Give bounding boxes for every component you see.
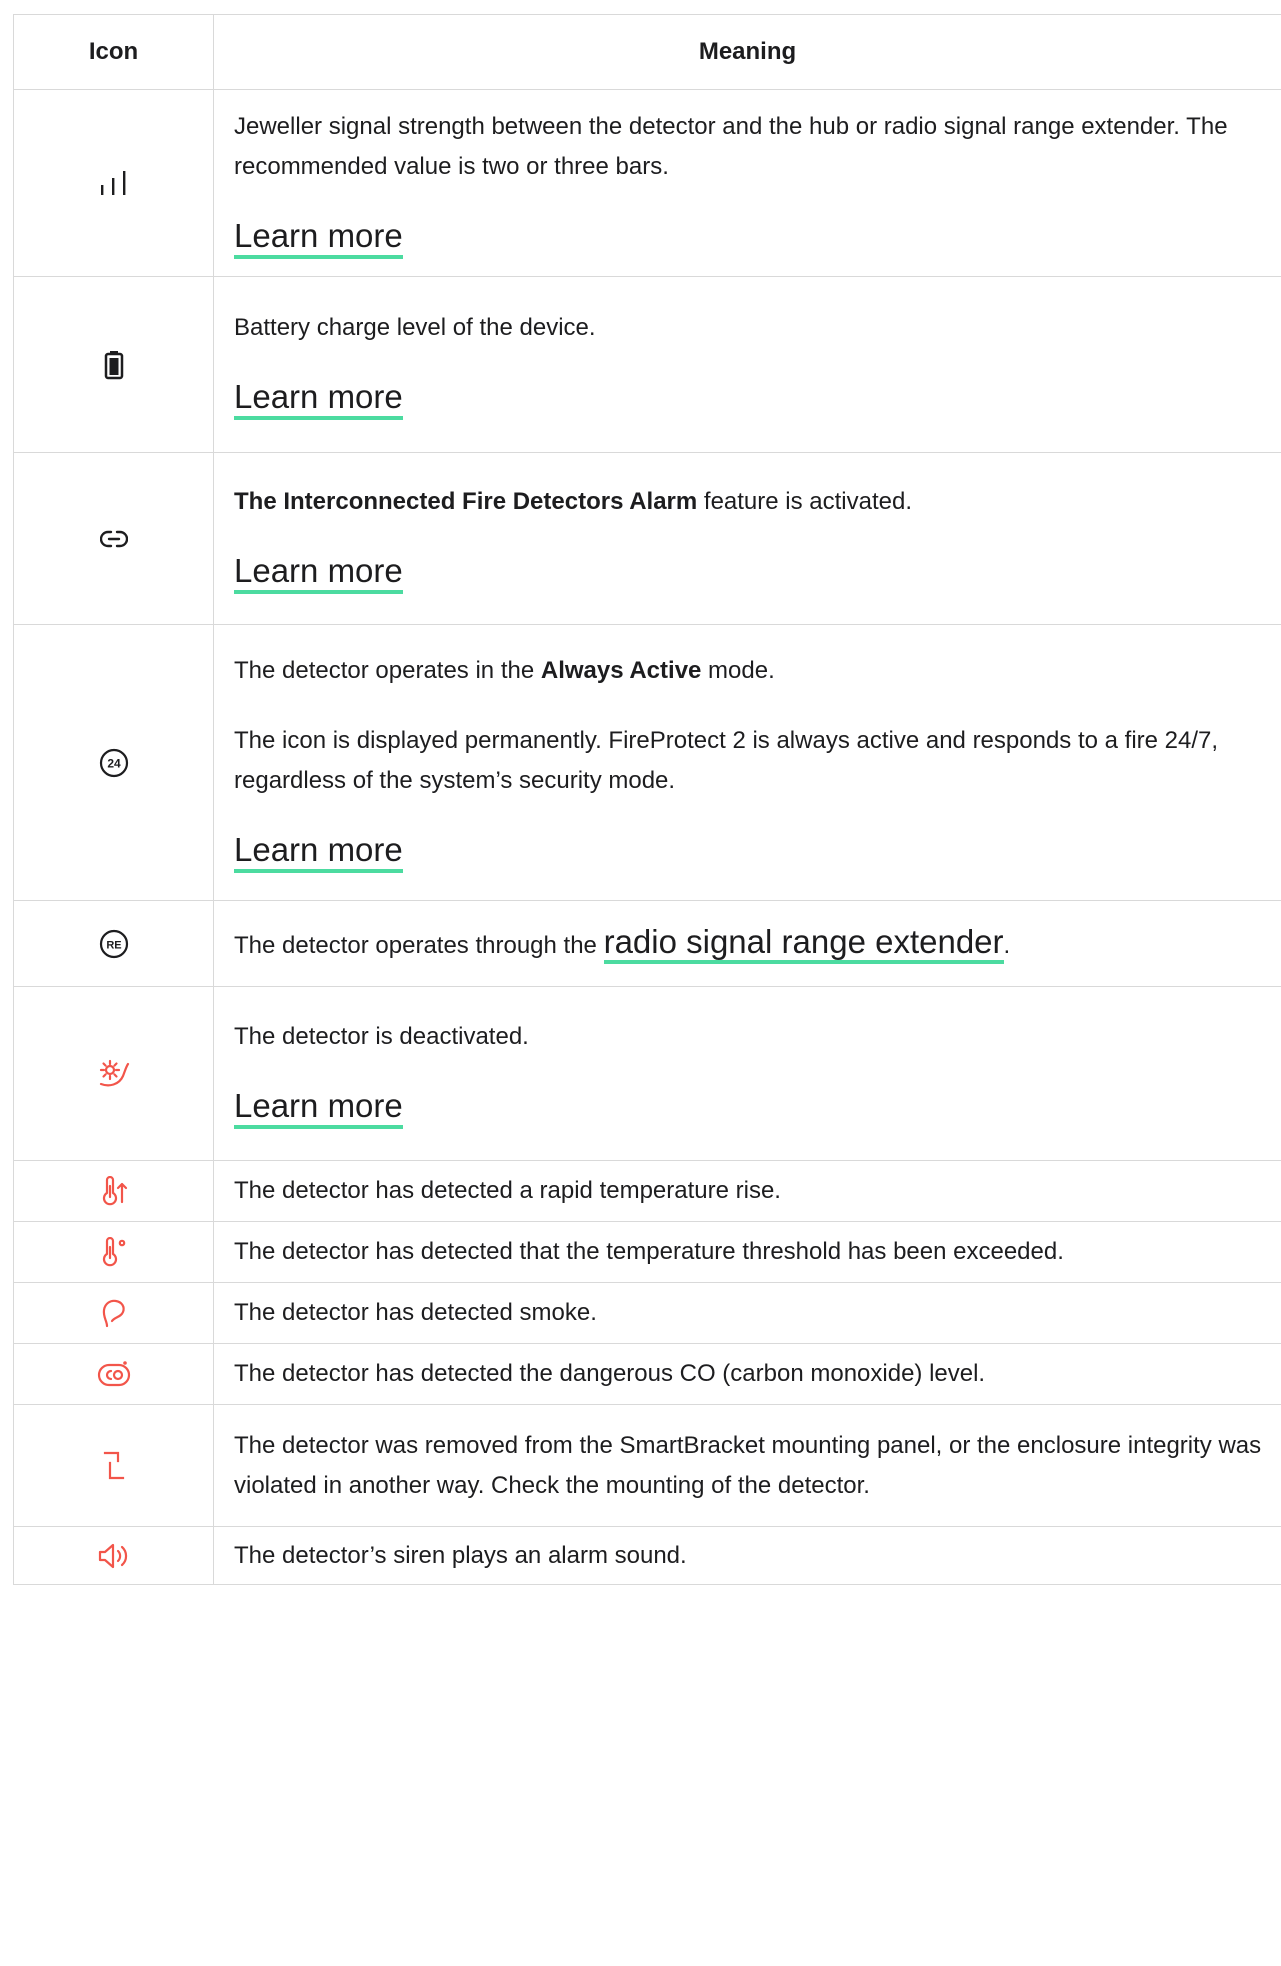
table-row: The detector has detected that the tempe… bbox=[13, 1221, 1281, 1283]
row-description: The detector operates through the radio … bbox=[234, 922, 1273, 966]
learn-more-link[interactable]: Learn more bbox=[234, 1087, 403, 1129]
table-row: The detector has detected a rapid temper… bbox=[13, 1160, 1281, 1222]
table-row: The detector has detected smoke. bbox=[13, 1282, 1281, 1344]
signal-strength-icon bbox=[98, 169, 130, 197]
learn-more-link[interactable]: Learn more bbox=[234, 831, 403, 873]
column-header-icon: Icon bbox=[13, 14, 214, 90]
co-icon bbox=[97, 1359, 131, 1389]
learn-more-link[interactable]: Learn more bbox=[234, 216, 403, 259]
always-active-24-icon: 24 bbox=[99, 748, 129, 778]
row-description-secondary: The icon is displayed permanently. FireP… bbox=[234, 727, 1219, 794]
row-description: The detector operates in the Always Acti… bbox=[234, 657, 775, 684]
table-header-row: Icon Meaning bbox=[13, 14, 1281, 90]
icons-table: Icon Meaning Jeweller signal strength be… bbox=[13, 14, 1281, 1585]
temperature-threshold-icon bbox=[99, 1237, 129, 1267]
learn-more-link[interactable]: Learn more bbox=[234, 378, 403, 420]
learn-more-link[interactable]: Learn more bbox=[234, 552, 403, 594]
table-row: The detector was removed from the SmartB… bbox=[13, 1404, 1281, 1527]
tamper-icon bbox=[102, 1451, 126, 1481]
svg-text:24: 24 bbox=[107, 756, 121, 770]
row-description: The detector has detected smoke. bbox=[234, 1299, 597, 1326]
column-header-meaning: Meaning bbox=[213, 14, 1281, 90]
battery-icon bbox=[104, 350, 124, 380]
link-icon bbox=[99, 529, 128, 549]
table-row: 24 The detector operates in the Always A… bbox=[13, 624, 1281, 901]
temperature-rise-icon bbox=[99, 1176, 129, 1206]
row-description: The detector has detected that the tempe… bbox=[234, 1238, 1064, 1265]
row-description: The detector was removed from the SmartB… bbox=[234, 1431, 1262, 1499]
row-description: The detector’s siren plays an alarm soun… bbox=[234, 1541, 687, 1569]
table-row: The Interconnected Fire Detectors Alarm … bbox=[13, 452, 1281, 625]
row-description: The detector has detected the dangerous … bbox=[234, 1360, 986, 1387]
row-description: Jeweller signal strength between the det… bbox=[234, 112, 1228, 180]
row-description: Battery charge level of the device. bbox=[234, 314, 596, 341]
table-row: Jeweller signal strength between the det… bbox=[13, 89, 1281, 277]
smoke-icon bbox=[99, 1297, 129, 1329]
siren-speaker-icon bbox=[97, 1542, 131, 1570]
mode-name: Always Active bbox=[540, 657, 702, 684]
row-description: The detector has detected a rapid temper… bbox=[234, 1177, 781, 1204]
table-row: The detector’s siren plays an alarm soun… bbox=[13, 1526, 1281, 1585]
deactivated-gear-icon bbox=[97, 1058, 131, 1090]
row-description: The Interconnected Fire Detectors Alarm … bbox=[234, 488, 913, 515]
range-extender-re-icon: RE bbox=[99, 929, 129, 959]
table-row: RE The detector operates through the rad… bbox=[13, 900, 1281, 987]
row-description: The detector is deactivated. bbox=[234, 1023, 529, 1050]
feature-name: The Interconnected Fire Detectors Alarm bbox=[234, 488, 698, 515]
radio-signal-range-extender-link[interactable]: radio signal range extender bbox=[603, 922, 1004, 964]
table-row: Battery charge level of the device. Lear… bbox=[13, 276, 1281, 453]
table-row: The detector is deactivated. Learn more bbox=[13, 986, 1281, 1161]
svg-text:RE: RE bbox=[106, 939, 121, 951]
table-row: The detector has detected the dangerous … bbox=[13, 1343, 1281, 1405]
